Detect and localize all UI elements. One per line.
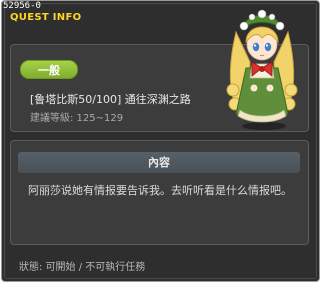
quest-status: 狀態: 可開始 / 不可執行任務 [19,262,146,273]
content-section-header: 內容 [18,152,300,173]
panel-title: QUEST INFO [10,12,82,23]
npc-portrait-icon [226,9,298,130]
recommended-level: 建議等級: 125~129 [30,113,124,124]
quest-category-badge: 一般 [20,60,78,79]
quest-id: 52956-0 [3,1,41,11]
quest-title: [鲁塔比斯50/100] 通往深渊之路 [30,93,191,106]
quest-description: 阿丽莎说她有情报要告诉我。去听听看是什么情报吧。 [28,184,292,197]
